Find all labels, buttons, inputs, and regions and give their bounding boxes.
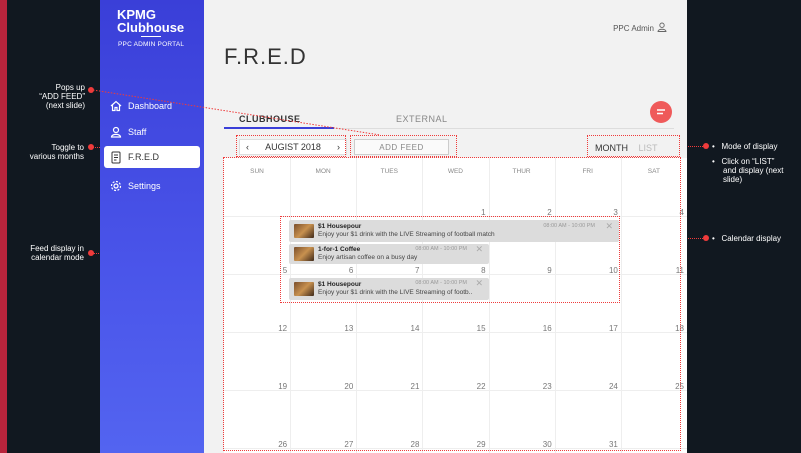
annotation-feed-display: Feed display in calendar mode — [14, 244, 84, 262]
annotation-line: Feed display in — [30, 244, 84, 253]
person-icon — [104, 126, 128, 138]
annotation-line: various months — [29, 152, 84, 161]
sidebar-item-fred[interactable]: F.R.E.D — [104, 146, 200, 168]
highlight-calendar — [223, 157, 681, 451]
document-icon — [104, 151, 128, 164]
annotation-dot — [88, 87, 94, 93]
annotation-line: slide) — [723, 175, 743, 184]
sidebar-item-staff[interactable]: Staff — [104, 121, 200, 143]
sidebar-item-label: Staff — [128, 127, 147, 137]
brand-subtitle: PPC ADMIN PORTAL — [118, 41, 185, 48]
brand-line2: Clubhouse — [117, 20, 185, 35]
annotation-line: • Mode of display — [712, 142, 778, 151]
sidebar-item-label: Dashboard — [128, 101, 173, 111]
sidebar-item-settings[interactable]: Settings — [104, 175, 200, 197]
annotation-dot — [703, 235, 709, 241]
tab-divider — [334, 128, 674, 129]
annotation-line: • Click on “LIST” — [712, 157, 775, 166]
sidebar-item-dashboard[interactable]: Dashboard — [104, 95, 200, 117]
highlight-add-feed — [350, 135, 457, 157]
highlight-month-selector — [236, 135, 346, 157]
tab-active-indicator — [224, 127, 334, 129]
annotation-line: “ADD FEED” — [39, 92, 85, 101]
annotation-calendar-display: • Calendar display — [712, 234, 782, 243]
annotation-text: Mode of display — [721, 142, 778, 151]
sidebar-item-label: Settings — [128, 181, 161, 191]
annotation-add-feed: Pops up “ADD FEED” (next slide) — [38, 83, 85, 110]
highlight-mode-toggle — [587, 135, 680, 157]
brand-logo: KPMG Clubhouse — [117, 8, 184, 34]
tab-clubhouse[interactable]: CLUBHOUSE — [239, 114, 301, 124]
user-icon — [657, 22, 667, 34]
home-icon — [104, 100, 128, 112]
user-name: PPC Admin — [613, 23, 654, 33]
annotation-mode-display: • Mode of display • Click on “LIST” and … — [712, 142, 798, 184]
page-title: F.R.E.D — [224, 44, 307, 69]
sidebar: KPMG Clubhouse PPC ADMIN PORTAL Dashboar… — [100, 0, 204, 453]
slide-left-accent-bar — [0, 0, 7, 453]
brand-divider — [141, 36, 161, 37]
annotation-text: Calendar display — [721, 234, 782, 243]
sidebar-item-label: F.R.E.D — [128, 152, 160, 162]
annotation-line: Pops up — [55, 83, 85, 92]
annotation-dot — [703, 143, 709, 149]
annotation-line: Toggle to — [51, 143, 84, 152]
annotation-line: calendar mode — [31, 253, 84, 262]
annotation-toggle-month: Toggle to various months — [14, 143, 84, 161]
user-menu[interactable]: PPC Admin — [613, 22, 667, 34]
chat-bubble-icon[interactable] — [650, 101, 672, 123]
annotation-text: Click on “LIST” — [721, 157, 775, 166]
gear-icon — [104, 180, 128, 192]
annotation-line: and display (next — [723, 166, 784, 175]
highlight-feeds — [280, 216, 620, 303]
tab-external[interactable]: EXTERNAL — [396, 114, 448, 124]
annotation-line: (next slide) — [45, 101, 85, 110]
